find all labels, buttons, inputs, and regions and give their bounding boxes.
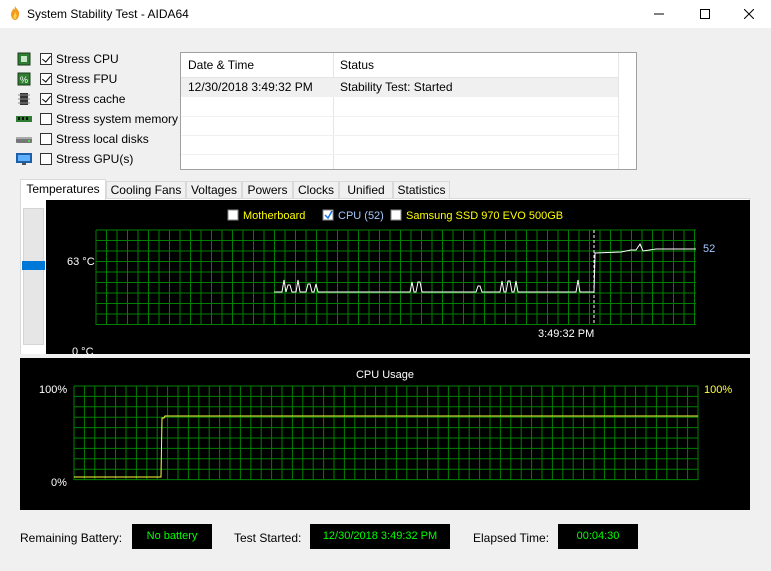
column-header-datetime[interactable]: Date & Time (181, 53, 333, 77)
cpu-usage-y-max-label: 100% (39, 384, 67, 396)
maximize-icon (700, 9, 710, 19)
row-divider (181, 135, 618, 136)
close-button[interactable] (726, 0, 771, 28)
svg-text:%: % (20, 75, 28, 85)
fpu-percent-icon: % (16, 72, 32, 86)
temperature-y-min-label: 0 °C (72, 346, 94, 354)
stress-cpu-label: Stress CPU (56, 52, 119, 66)
column-header-status[interactable]: Status (333, 53, 618, 77)
stress-memory-checkbox[interactable] (40, 113, 52, 125)
monitor-gpu-icon (16, 152, 32, 166)
remaining-battery-label: Remaining Battery: (20, 531, 123, 545)
tab-unified[interactable]: Unified (339, 181, 393, 199)
cpu-usage-grid (73, 385, 699, 481)
row-status: Stability Test: Started (340, 80, 453, 94)
stress-gpu-option[interactable]: Stress GPU(s) (16, 150, 133, 168)
motherboard-legend-checkbox[interactable] (227, 209, 239, 221)
column-divider (618, 53, 619, 169)
tab-statistics[interactable]: Statistics (393, 181, 450, 199)
cpu-temperature-value-label: 52 (703, 243, 715, 255)
test-started-label: Test Started: (234, 531, 302, 545)
stress-memory-option[interactable]: Stress system memory (16, 110, 178, 128)
table-header: Date & Time Status (181, 53, 618, 78)
graph-scale-slider-thumb[interactable] (22, 261, 45, 270)
stress-gpu-checkbox[interactable] (40, 153, 52, 165)
tab-temperatures[interactable]: Temperatures (20, 179, 106, 200)
stress-fpu-label: Stress FPU (56, 72, 118, 86)
cpu-usage-graph-canvas: CPU Usage 100% 0% 100% (39, 369, 732, 489)
stress-disks-checkbox[interactable] (40, 133, 52, 145)
graph-scale-slider[interactable] (23, 208, 44, 345)
temperature-grid (95, 229, 696, 325)
stress-cpu-option[interactable]: Stress CPU (16, 50, 119, 68)
stress-cache-checkbox[interactable] (40, 93, 52, 105)
aida64-flame-icon (10, 6, 20, 20)
motherboard-legend-label: Motherboard (243, 210, 305, 222)
row-divider (181, 116, 618, 117)
tab-cooling-fans[interactable]: Cooling Fans (106, 181, 186, 199)
test-start-time-label: 3:49:32 PM (538, 328, 594, 340)
window-title: System Stability Test - AIDA64 (27, 7, 189, 21)
stress-cpu-checkbox[interactable] (40, 53, 52, 65)
stress-cache-option[interactable]: Stress cache (16, 90, 125, 108)
tab-powers[interactable]: Powers (242, 181, 293, 199)
elapsed-time-value: 00:04:30 (558, 524, 638, 549)
test-started-value: 12/30/2018 3:49:32 PM (310, 524, 450, 549)
tab-clocks[interactable]: Clocks (293, 181, 339, 199)
stress-memory-label: Stress system memory (56, 112, 179, 126)
table-row[interactable]: 12/30/2018 3:49:32 PM Stability Test: St… (181, 78, 618, 97)
tab-voltages[interactable]: Voltages (186, 181, 242, 199)
status-log-table[interactable]: Date & Time Status 12/30/2018 3:49:32 PM… (180, 52, 637, 170)
memory-module-icon (16, 112, 32, 126)
temperature-graph: Motherboard CPU (52) Samsung SSD 970 EVO… (46, 200, 750, 358)
cpu-usage-y-min-label: 0% (51, 477, 67, 489)
hard-disk-icon (16, 132, 32, 146)
cpu-usage-value-label: 100% (704, 384, 732, 396)
row-divider (181, 154, 618, 155)
remaining-battery-value: No battery (132, 524, 212, 549)
cpu-usage-graph: CPU Usage 100% 0% 100% (20, 358, 750, 510)
stress-fpu-option[interactable]: % Stress FPU (16, 70, 117, 88)
row-datetime: 12/30/2018 3:49:32 PM (188, 80, 313, 94)
title-bar: System Stability Test - AIDA64 (0, 0, 771, 28)
stress-disks-option[interactable]: Stress local disks (16, 130, 149, 148)
ssd-legend-checkbox[interactable] (390, 209, 402, 221)
cache-chip-icon (16, 92, 32, 106)
temperature-y-max-label: 63 °C (67, 256, 95, 268)
temperature-graph-canvas: Motherboard CPU (52) Samsung SSD 970 EVO… (67, 209, 715, 358)
client-area: Stress CPU % Stress FPU Stress cache Str… (0, 28, 771, 571)
close-icon (744, 9, 754, 19)
column-divider (333, 53, 334, 169)
minimize-button[interactable] (636, 0, 682, 28)
minimize-icon (654, 13, 664, 15)
stress-cache-label: Stress cache (56, 92, 126, 106)
stress-disks-label: Stress local disks (56, 132, 149, 146)
elapsed-time-label: Elapsed Time: (473, 531, 550, 545)
ssd-legend-label: Samsung SSD 970 EVO 500GB (406, 210, 563, 222)
stress-fpu-checkbox[interactable] (40, 73, 52, 85)
stress-gpu-label: Stress GPU(s) (56, 152, 134, 166)
maximize-button[interactable] (682, 0, 728, 28)
cpu-chip-icon (16, 52, 32, 66)
cpu-legend-label: CPU (52) (338, 210, 384, 222)
cpu-usage-title: CPU Usage (356, 369, 414, 381)
